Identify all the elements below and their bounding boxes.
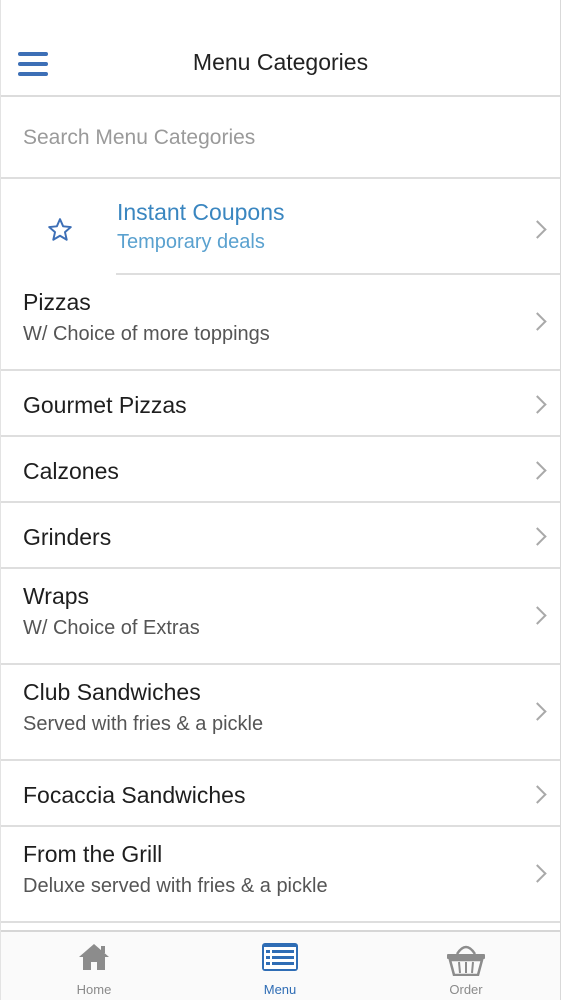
coupon-title: Instant Coupons: [117, 199, 285, 225]
page-title: Menu Categories: [192, 49, 369, 75]
app-screen: Menu Categories Instant Coupons Temporar…: [0, 0, 563, 1000]
category-from-the-grill[interactable]: From the Grill Deluxe served with fries …: [1, 827, 560, 923]
category-gourmet-pizzas[interactable]: Gourmet Pizzas: [1, 371, 560, 437]
category-list: Instant Coupons Temporary deals Pizzas W…: [1, 179, 560, 923]
right-edge: [560, 0, 561, 1000]
category-subtitle: W/ Choice of more toppings: [23, 323, 270, 345]
category-subtitle: W/ Choice of Extras: [23, 617, 200, 639]
menu-list-icon: [262, 943, 298, 971]
chevron-right-icon: [528, 527, 547, 546]
category-focaccia-sandwiches[interactable]: Focaccia Sandwiches: [1, 761, 560, 827]
search-input[interactable]: [23, 122, 543, 154]
category-calzones[interactable]: Calzones: [1, 437, 560, 503]
chevron-right-icon: [528, 702, 547, 721]
chevron-right-icon: [528, 785, 547, 804]
category-title: Focaccia Sandwiches: [23, 782, 246, 808]
category-wraps[interactable]: Wraps W/ Choice of Extras: [1, 569, 560, 665]
tab-order[interactable]: Order: [373, 932, 559, 1000]
chevron-right-icon: [528, 461, 547, 480]
home-icon: [79, 944, 109, 970]
chevron-right-icon: [528, 220, 547, 239]
coupon-subtitle: Temporary deals: [117, 231, 265, 253]
category-title: Gourmet Pizzas: [23, 392, 187, 418]
tab-label: Order: [449, 982, 483, 997]
divider: [1, 921, 560, 923]
category-title: Grinders: [23, 524, 112, 550]
chevron-right-icon: [528, 606, 547, 625]
category-subtitle: Deluxe served with fries & a pickle: [23, 875, 328, 897]
category-title: Calzones: [23, 458, 119, 484]
tab-home[interactable]: Home: [1, 932, 187, 1000]
tab-menu[interactable]: Menu: [187, 932, 373, 1000]
category-title: Club Sandwiches: [23, 679, 201, 705]
chevron-right-icon: [528, 395, 547, 414]
tab-label: Menu: [263, 982, 297, 997]
basket-icon: [447, 945, 485, 976]
category-subtitle: Served with fries & a pickle: [23, 713, 264, 735]
category-title: Wraps: [23, 583, 90, 609]
category-grinders[interactable]: Grinders: [1, 503, 560, 569]
category-club-sandwiches[interactable]: Club Sandwiches Served with fries & a pi…: [1, 665, 560, 761]
header-bar: Menu Categories: [1, 0, 560, 97]
star-icon: [48, 218, 72, 241]
search-bar: [1, 98, 560, 179]
tab-label: Home: [76, 982, 112, 997]
category-pizzas[interactable]: Pizzas W/ Choice of more toppings: [1, 275, 560, 371]
category-title: From the Grill: [23, 841, 163, 867]
chevron-right-icon: [528, 864, 547, 883]
bottom-tab-bar: Home Menu Order: [1, 930, 560, 1000]
chevron-right-icon: [528, 312, 547, 331]
category-title: Pizzas: [23, 289, 91, 315]
coupon-row[interactable]: Instant Coupons Temporary deals: [1, 179, 560, 275]
